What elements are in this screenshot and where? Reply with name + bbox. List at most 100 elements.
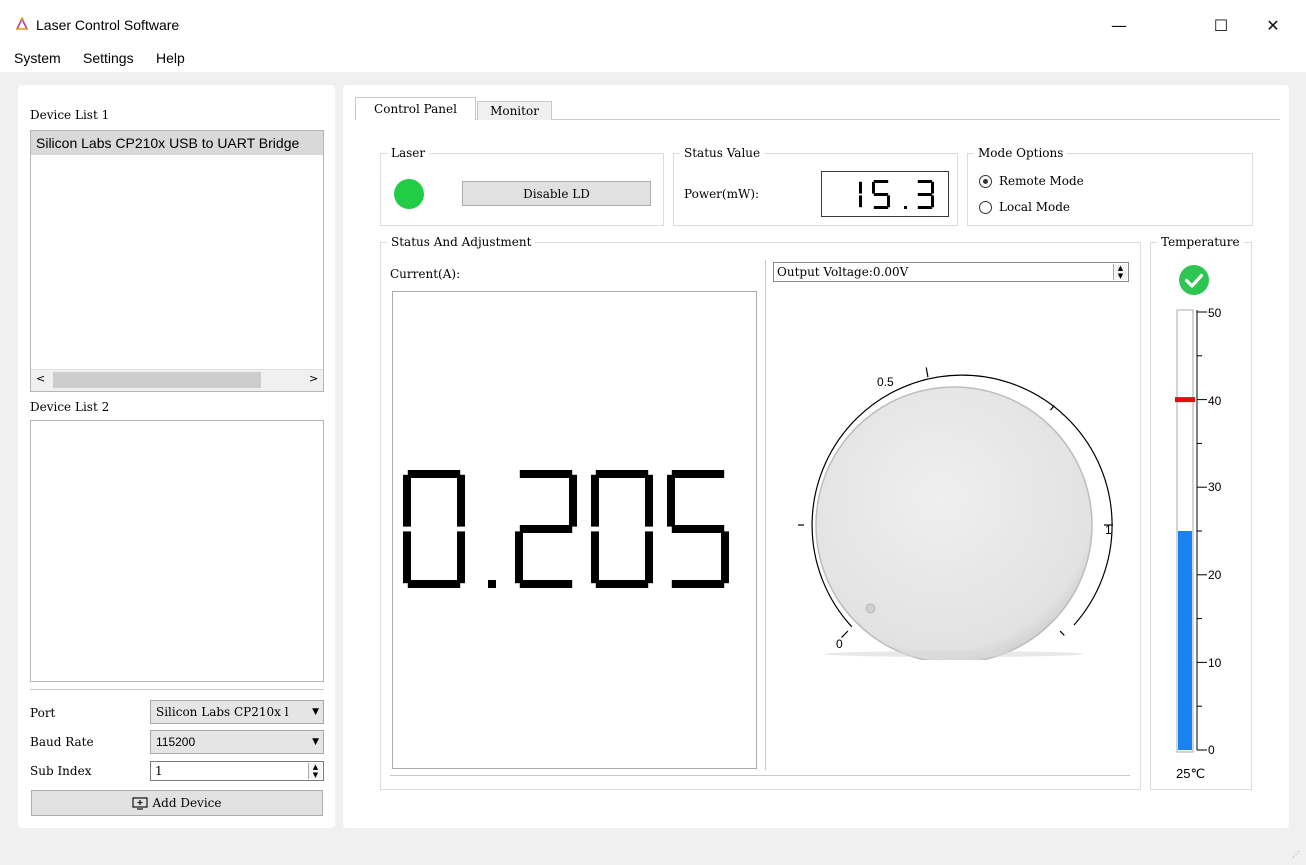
chevron-down-icon: ▼ bbox=[312, 707, 319, 717]
device-list-2[interactable] bbox=[30, 420, 324, 682]
lcd-segment bbox=[721, 531, 729, 584]
menu-help[interactable]: Help bbox=[156, 50, 185, 66]
dial-tick bbox=[1059, 630, 1065, 636]
minimize-button[interactable]: — bbox=[1096, 10, 1142, 40]
vertical-splitter[interactable] bbox=[765, 260, 766, 770]
dial-tick bbox=[1049, 405, 1055, 411]
status-value-group-title: Status Value bbox=[680, 146, 765, 160]
lcd-segment bbox=[887, 195, 890, 208]
scrollbar-thumb[interactable] bbox=[53, 372, 261, 388]
dial-label-min: 0 bbox=[836, 637, 843, 651]
device-list-1[interactable] bbox=[30, 130, 324, 392]
power-lcd-display bbox=[821, 171, 962, 217]
spin-up-icon[interactable]: ▲ bbox=[1114, 264, 1127, 272]
spin-buttons[interactable]: ▲ ▼ bbox=[1113, 264, 1127, 280]
lcd-segment bbox=[407, 470, 461, 478]
remote-mode-radio[interactable] bbox=[979, 175, 992, 188]
add-device-button[interactable]: Add Device bbox=[31, 790, 323, 816]
thermometer bbox=[1175, 309, 1207, 753]
baud-rate-select[interactable]: 115200 ▼ bbox=[150, 730, 324, 754]
tab-control-panel[interactable]: Control Panel bbox=[355, 97, 476, 120]
current-lcd-display bbox=[392, 291, 757, 769]
device-list-2-label: Device List 2 bbox=[30, 400, 110, 414]
lcd-segment bbox=[917, 180, 933, 183]
thermometer-fill bbox=[1178, 531, 1192, 750]
thermometer-ticks bbox=[1197, 311, 1207, 751]
spin-up-icon[interactable]: ▲ bbox=[309, 763, 322, 771]
spin-down-icon[interactable]: ▼ bbox=[1114, 272, 1127, 280]
sub-index-spinbox[interactable]: 1 ▲ ▼ bbox=[150, 761, 324, 781]
tab-monitor[interactable]: Monitor bbox=[477, 101, 552, 120]
lcd-segment bbox=[595, 470, 649, 478]
window-title: Laser Control Software bbox=[36, 17, 180, 33]
baud-rate-value: 115200 bbox=[156, 735, 196, 749]
lcd-segment bbox=[407, 580, 461, 588]
temp-scale-0: 0 bbox=[1208, 743, 1215, 757]
sub-index-value[interactable]: 1 bbox=[155, 764, 163, 778]
lcd-segment bbox=[519, 580, 573, 588]
power-lcd-digits bbox=[859, 180, 962, 209]
lcd-segment bbox=[917, 193, 933, 196]
dial-tick bbox=[925, 367, 929, 378]
sub-index-label: Sub Index bbox=[30, 764, 92, 778]
mode-options-group bbox=[967, 153, 1253, 226]
port-label: Port bbox=[30, 706, 56, 720]
lcd-segment bbox=[873, 206, 889, 209]
device-list-1-item[interactable]: Silicon Labs CP210x USB to UART Bridge bbox=[36, 135, 299, 151]
lcd-segment bbox=[403, 474, 411, 527]
close-button[interactable]: ✕ bbox=[1250, 10, 1296, 40]
spin-buttons[interactable]: ▲ ▼ bbox=[308, 763, 322, 779]
scroll-right-icon[interactable]: > bbox=[309, 372, 318, 385]
spin-down-icon[interactable]: ▼ bbox=[309, 771, 322, 779]
thermometer-threshold-marker bbox=[1175, 397, 1195, 403]
local-mode-radio[interactable] bbox=[979, 201, 992, 214]
divider bbox=[30, 689, 324, 690]
local-mode-label[interactable]: Local Mode bbox=[999, 200, 1070, 214]
maximize-button[interactable]: ☐ bbox=[1198, 10, 1244, 40]
lcd-segment bbox=[457, 531, 465, 584]
dial-knob[interactable] bbox=[815, 386, 1093, 660]
baud-rate-label: Baud Rate bbox=[30, 735, 94, 749]
chevron-down-icon: ▼ bbox=[312, 737, 319, 747]
lcd-segment bbox=[645, 474, 653, 527]
dial-label-max: 1 bbox=[1105, 523, 1112, 537]
output-voltage-value[interactable]: Output Voltage:0.00V bbox=[777, 265, 908, 279]
laser-app-icon bbox=[16, 17, 28, 30]
scroll-left-icon[interactable]: < bbox=[36, 372, 45, 385]
power-label: Power(mW): bbox=[684, 187, 760, 201]
dial-knob-shadow bbox=[824, 651, 1084, 657]
temp-scale-10: 10 bbox=[1208, 656, 1222, 670]
dial-pointer[interactable] bbox=[865, 603, 876, 614]
laser-status-indicator bbox=[394, 179, 424, 209]
lcd-segment bbox=[931, 195, 934, 208]
lcd-segment bbox=[515, 531, 523, 584]
temp-scale-40: 40 bbox=[1208, 394, 1222, 408]
lcd-segment bbox=[873, 193, 889, 196]
lcd-segment bbox=[403, 531, 411, 584]
lcd-segment bbox=[671, 580, 725, 588]
lcd-segment bbox=[519, 525, 573, 533]
dial-label-mid: 0.5 bbox=[877, 375, 894, 389]
lcd-segment bbox=[931, 181, 934, 194]
temp-scale-50: 50 bbox=[1208, 306, 1222, 320]
menu-system[interactable]: System bbox=[14, 50, 61, 66]
menu-settings[interactable]: Settings bbox=[83, 50, 134, 66]
laser-group-title: Laser bbox=[387, 146, 430, 160]
output-voltage-spinbox[interactable]: Output Voltage:0.00V ▲ ▼ bbox=[773, 262, 1129, 282]
lcd-segment bbox=[873, 180, 889, 183]
port-select-value: Silicon Labs CP210x l bbox=[156, 705, 289, 719]
disable-ld-button[interactable]: Disable LD bbox=[462, 181, 651, 206]
temp-scale-30: 30 bbox=[1208, 480, 1222, 494]
resize-grip-icon[interactable]: ⋰ bbox=[1292, 850, 1300, 859]
lcd-segment bbox=[667, 474, 675, 527]
lcd-segment bbox=[671, 470, 725, 478]
remote-mode-label[interactable]: Remote Mode bbox=[999, 174, 1084, 188]
check-circle-icon bbox=[1179, 265, 1209, 295]
add-device-label: Add Device bbox=[152, 796, 222, 810]
lcd-segment bbox=[519, 470, 573, 478]
mode-options-group-title: Mode Options bbox=[974, 146, 1068, 160]
voltage-dial[interactable] bbox=[790, 360, 1130, 660]
lcd-segment bbox=[591, 531, 599, 584]
port-select[interactable]: Silicon Labs CP210x l ▼ bbox=[150, 700, 324, 724]
lcd-segment bbox=[917, 206, 933, 209]
